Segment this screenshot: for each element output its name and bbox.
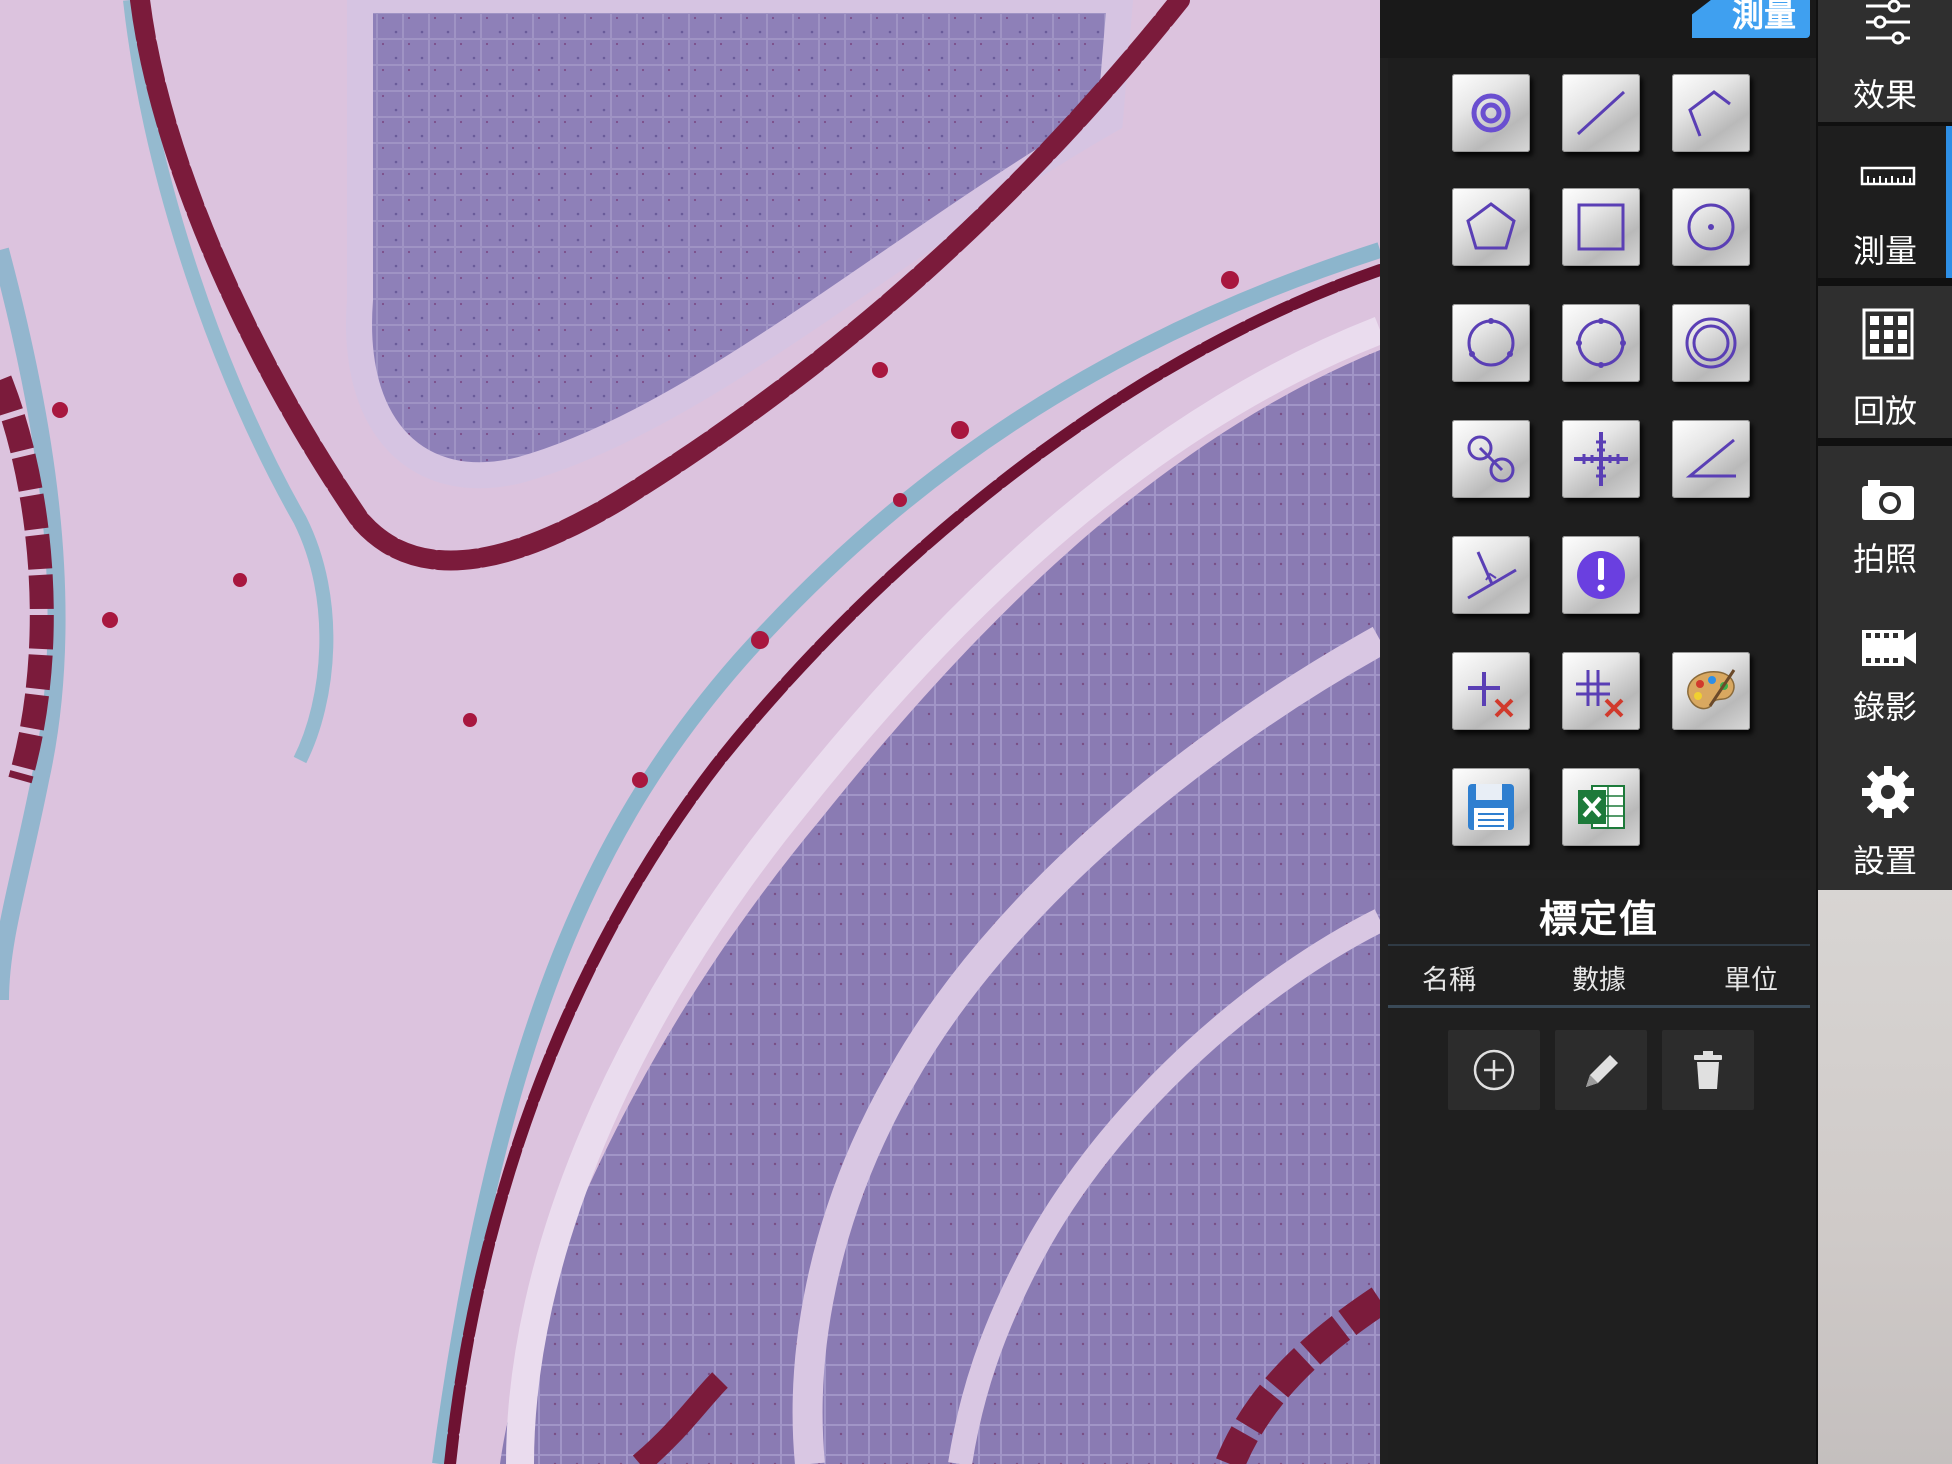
cross-delete-icon <box>1468 672 1514 718</box>
two-circle-icon <box>1467 435 1515 483</box>
crosshair-tool-button[interactable] <box>1562 420 1640 498</box>
line-icon <box>1576 90 1626 136</box>
ring-point-icon <box>1471 93 1511 133</box>
preview-thumbnail[interactable] <box>1818 890 1952 1464</box>
circle-three-point-icon <box>1467 318 1515 367</box>
nav-label-playback: 回放 <box>1852 392 1917 430</box>
nav-label-record: 錄影 <box>1852 688 1917 726</box>
circle-four-point-tool-button[interactable] <box>1562 304 1640 382</box>
delete-selected-tool-button[interactable] <box>1452 652 1530 730</box>
nav-item-measure[interactable]: 測量 <box>1818 126 1952 280</box>
floppy-disk-icon <box>1468 784 1514 830</box>
nav-label-effects: 效果 <box>1852 76 1917 114</box>
info-tool-button[interactable] <box>1562 536 1640 614</box>
delete-all-tool-button[interactable] <box>1562 652 1640 730</box>
nav-item-settings[interactable]: 設置 <box>1818 742 1952 896</box>
nav-item-capture[interactable]: 拍照 <box>1818 446 1952 600</box>
pencil-icon <box>1586 1055 1618 1087</box>
nav-item-playback[interactable]: 回放 <box>1818 286 1952 440</box>
circle-three-point-tool-button[interactable] <box>1452 304 1530 382</box>
edit-calibration-button[interactable] <box>1555 1030 1647 1110</box>
sliders-icon <box>1866 0 1910 45</box>
crosshair-ruler-icon <box>1574 432 1628 486</box>
main-nav: 效果 測量 回放 拍照 錄影 設置 <box>1816 0 1952 1464</box>
add-calibration-button[interactable] <box>1448 1030 1540 1110</box>
calibration-section: 標定值 名稱 數據 單位 <box>1388 878 1810 1464</box>
grid-icon <box>1862 308 1914 360</box>
line-tool-button[interactable] <box>1562 74 1640 152</box>
measure-tool-grid <box>1388 58 1810 870</box>
nav-label-settings: 設置 <box>1852 842 1917 880</box>
angle-tool-button[interactable] <box>1672 420 1750 498</box>
trash-icon <box>1694 1051 1722 1089</box>
rectangle-tool-button[interactable] <box>1562 188 1640 266</box>
circle-center-tool-button[interactable] <box>1672 188 1750 266</box>
column-header-data: 數據 <box>1572 965 1626 996</box>
nav-item-record[interactable]: 錄影 <box>1818 594 1952 748</box>
tissue-specimen-image <box>0 0 1380 1464</box>
column-header-name: 名稱 <box>1422 965 1476 996</box>
square-icon <box>1577 203 1625 251</box>
calibration-table-header: 名稱 數據 單位 <box>1388 944 1810 1008</box>
multi-cross-delete-icon <box>1576 670 1624 718</box>
concentric-circle-tool-button[interactable] <box>1672 304 1750 382</box>
perpendicular-icon <box>1467 551 1517 600</box>
gear-icon <box>1862 766 1914 818</box>
pentagon-icon <box>1466 202 1516 250</box>
nav-item-effects[interactable]: 效果 <box>1818 0 1952 124</box>
nav-label-measure: 測量 <box>1852 232 1917 270</box>
polygon-tool-button[interactable] <box>1452 188 1530 266</box>
add-icon <box>1473 1049 1515 1091</box>
circle-center-icon <box>1687 203 1735 251</box>
panel-header: 測量 <box>1380 0 1816 58</box>
measure-panel: 測量 標定值 名稱 數據 單位 <box>1380 0 1816 1464</box>
nav-label-capture: 拍照 <box>1852 540 1917 578</box>
delete-calibration-button[interactable] <box>1662 1030 1754 1110</box>
two-circle-distance-tool-button[interactable] <box>1452 420 1530 498</box>
export-excel-tool-button[interactable] <box>1562 768 1640 846</box>
camera-icon <box>1862 480 1914 520</box>
circle-four-point-icon <box>1576 318 1626 368</box>
microscope-image-view[interactable] <box>0 0 1380 1464</box>
angle-icon <box>1685 438 1736 478</box>
polyline-icon <box>1688 90 1731 137</box>
color-palette-tool-button[interactable] <box>1672 652 1750 730</box>
measure-tab-label[interactable]: 測量 <box>1692 0 1810 38</box>
concentric-circle-icon <box>1685 317 1737 369</box>
polyline-tool-button[interactable] <box>1672 74 1750 152</box>
save-tool-button[interactable] <box>1452 768 1530 846</box>
perpendicular-tool-button[interactable] <box>1452 536 1530 614</box>
point-tool-button[interactable] <box>1452 74 1530 152</box>
exclamation-icon <box>1577 551 1625 599</box>
column-header-unit: 單位 <box>1724 965 1778 996</box>
film-icon <box>1862 630 1916 666</box>
palette-icon <box>1687 669 1736 710</box>
ruler-icon <box>1860 166 1916 186</box>
excel-icon <box>1578 785 1625 829</box>
calibration-title: 標定值 <box>1538 897 1659 941</box>
